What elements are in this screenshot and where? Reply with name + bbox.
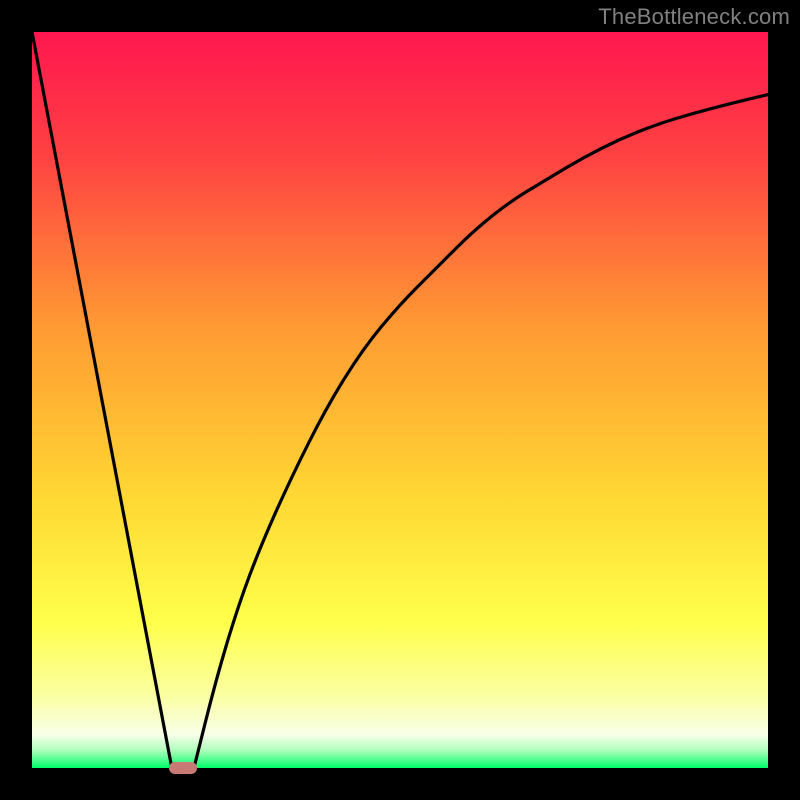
optimum-marker: [169, 762, 197, 774]
plot-area: [32, 32, 768, 768]
watermark-text: TheBottleneck.com: [598, 4, 790, 30]
plot-background-gradient: [32, 32, 768, 768]
plot-background-rect: [32, 32, 768, 768]
chart-frame: TheBottleneck.com: [0, 0, 800, 800]
